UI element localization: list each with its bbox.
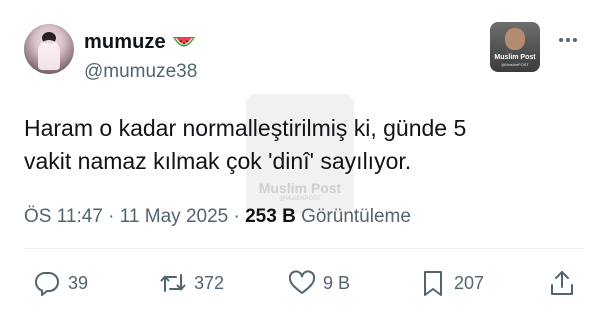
tweet-time[interactable]: ÖS 11:47: [24, 206, 103, 227]
watermark-sub: @MuslimPOST: [279, 196, 321, 202]
tweet-text: Haram o kadar normalleştirilmiş ki, günd…: [24, 112, 584, 178]
share-icon: [551, 271, 573, 295]
author-display-name[interactable]: mumuze: [84, 31, 166, 54]
bookmark-icon: [424, 271, 442, 296]
avatar-figure: [38, 40, 60, 70]
bookmark-button[interactable]: 207: [418, 268, 484, 298]
reply-count: 39: [68, 272, 89, 293]
reply-button[interactable]: 39: [32, 268, 88, 298]
heart-icon: [288, 270, 316, 294]
tweet-date[interactable]: 11 May 2025: [120, 206, 228, 227]
views-label: Görüntüleme: [295, 206, 411, 227]
repost-icon: [160, 274, 186, 292]
muslim-post-logo: Muslim Post @MuslimPOST: [490, 22, 540, 72]
reply-icon: [34, 271, 59, 296]
logo-sub: @MuslimPOST: [501, 62, 529, 67]
logo-face: [505, 28, 525, 50]
bookmark-count: 207: [454, 272, 485, 293]
avatar[interactable]: [24, 24, 74, 74]
views-count: 253 B: [245, 206, 296, 227]
meta-separator: ·: [228, 206, 246, 227]
tweet-card: mumuze @mumuze38 Muslim Post @MuslimPOST…: [0, 0, 608, 313]
tweet-text-line-1: Haram o kadar normalleştirilmiş ki, günd…: [24, 115, 467, 141]
watermark-brand: Muslim Post: [258, 180, 342, 196]
divider: [24, 248, 584, 249]
tweet-meta: ÖS 11:47 · 11 May 2025 · 253 B Görüntüle…: [24, 206, 411, 228]
logo-brand: Muslim Post: [494, 54, 536, 61]
watermelon-icon: [172, 36, 195, 46]
more-options-icon[interactable]: [555, 30, 581, 50]
meta-separator: ·: [102, 206, 120, 227]
author-handle[interactable]: @mumuze38: [84, 61, 197, 83]
like-button[interactable]: 9 B: [287, 268, 350, 298]
tweet-text-line-2: vakit namaz kılmak çok 'dinî' sayılıyor.: [24, 148, 412, 174]
share-button[interactable]: [547, 268, 577, 298]
like-count: 9 B: [323, 272, 351, 293]
repost-count: 372: [194, 272, 225, 293]
repost-button[interactable]: 372: [158, 268, 224, 298]
author-name-row: mumuze: [84, 31, 196, 54]
